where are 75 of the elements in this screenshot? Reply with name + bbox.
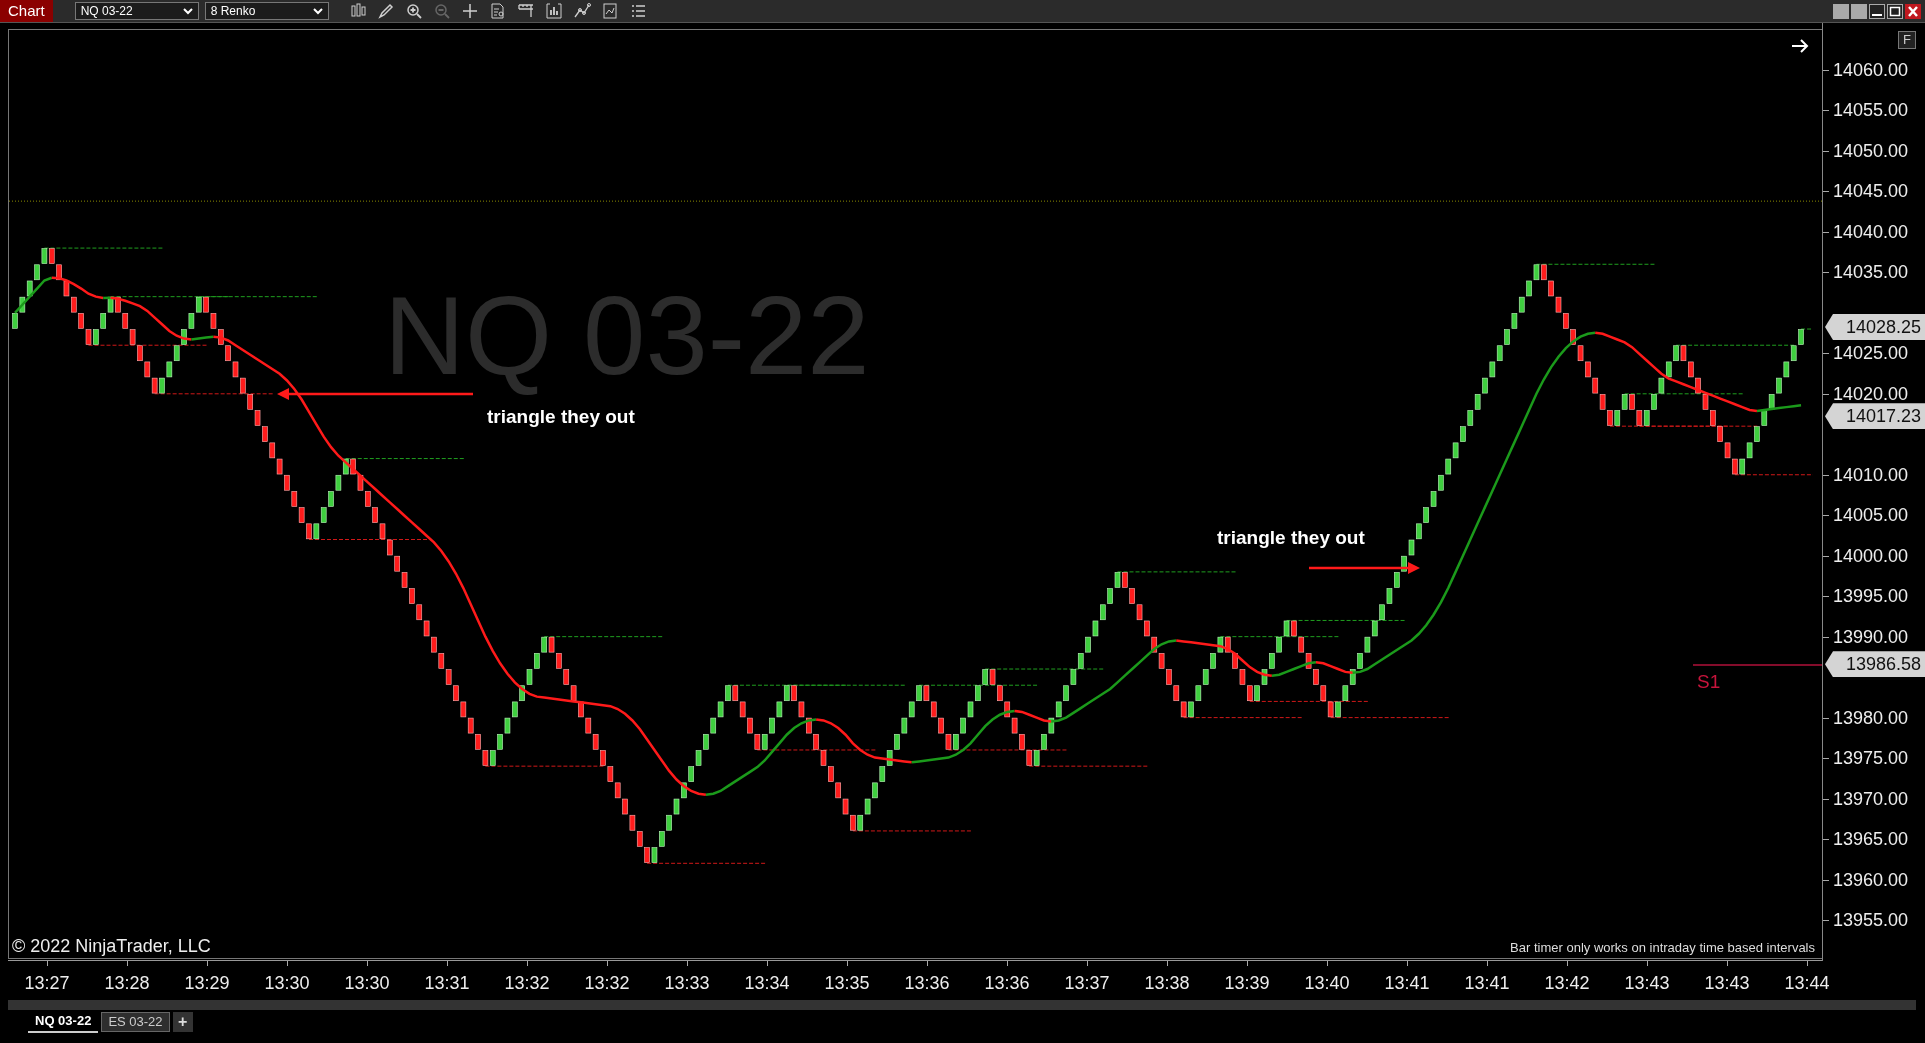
pivot-label: S1: [1697, 670, 1721, 694]
time-label: 13:29: [183, 972, 231, 995]
price-label: 13965.00: [1833, 830, 1909, 848]
instrument-dropdown[interactable]: NQ 03-22: [74, 2, 199, 20]
status-message: Bar timer only works on intraday time based intervals: [1510, 939, 1815, 957]
time-label: 13:34: [743, 972, 791, 995]
time-label: 13:39: [1223, 972, 1271, 995]
annotation-text: triangle they out: [1217, 526, 1365, 550]
maximize-icon[interactable]: [1887, 3, 1903, 19]
price-label: 14060.00: [1833, 61, 1909, 79]
time-label: 13:28: [103, 972, 151, 995]
time-label: 13:43: [1703, 972, 1751, 995]
crosshair-icon[interactable]: [460, 2, 479, 20]
price-label: 13980.00: [1833, 708, 1909, 727]
price-label: 13970.00: [1833, 789, 1909, 808]
window-tile-icon[interactable]: [1833, 3, 1849, 19]
window-tile-icon[interactable]: [1851, 3, 1867, 19]
caret-icon[interactable]: [312, 7, 323, 15]
price-label: 13960.00: [1833, 870, 1909, 889]
time-label: 13:38: [1143, 972, 1191, 995]
time-label: 13:31: [423, 972, 471, 995]
time-label: 13:42: [1543, 972, 1591, 995]
chart-icon[interactable]: [544, 2, 563, 20]
window-title: Chart: [0, 0, 53, 22]
time-label: 13:41: [1383, 972, 1431, 995]
price-marker: 14017.23: [1825, 403, 1925, 430]
arrow-icon[interactable]: [1791, 39, 1809, 53]
time-label: 13:40: [1303, 972, 1351, 995]
price-label: 14000.00: [1833, 546, 1909, 565]
price-label: 14045.00: [1833, 182, 1909, 201]
price-label: 13990.00: [1833, 627, 1909, 646]
chart-tab[interactable]: ES 03-22: [101, 1012, 170, 1032]
price-label: 13955.00: [1833, 910, 1909, 929]
line-nodes-icon[interactable]: [572, 2, 591, 20]
time-label: 13:37: [1063, 972, 1111, 995]
bar-chart-icon[interactable]: [348, 2, 367, 20]
price-label: 14025.00: [1833, 344, 1909, 363]
time-label: 13:36: [903, 972, 951, 995]
price-label: 13975.00: [1833, 749, 1909, 768]
chart-tab[interactable]: NQ 03-22: [28, 1011, 99, 1033]
price-label: 14035.00: [1833, 263, 1909, 282]
pencil-icon[interactable]: [376, 2, 395, 20]
price-label: 14005.00: [1833, 506, 1909, 525]
price-label: 14020.00: [1833, 384, 1909, 403]
time-label: 13:32: [503, 972, 551, 995]
time-label: 13:44: [1783, 972, 1831, 995]
price-marker: 13986.58: [1825, 651, 1925, 678]
data-box-icon[interactable]: [488, 2, 507, 20]
price-label: 13995.00: [1833, 587, 1909, 606]
ruler-icon[interactable]: [516, 2, 535, 20]
time-label: 13:36: [983, 972, 1031, 995]
bar-type-dropdown[interactable]: 8 Renko: [204, 2, 329, 20]
add-tab-button[interactable]: +: [172, 1012, 193, 1032]
price-label: 14010.00: [1833, 465, 1909, 484]
annotation-text: triangle they out: [487, 405, 635, 429]
horizontal-scrollbar[interactable]: [8, 1000, 1916, 1010]
time-label: 13:30: [343, 972, 391, 995]
time-label: 13:30: [263, 972, 311, 995]
properties-icon[interactable]: [600, 2, 619, 20]
time-label: 13:43: [1623, 972, 1671, 995]
close-icon[interactable]: [1905, 3, 1921, 19]
time-label: 13:33: [663, 972, 711, 995]
minimize-icon[interactable]: [1869, 3, 1885, 19]
time-label: 13:35: [823, 972, 871, 995]
price-label: 14055.00: [1833, 101, 1909, 120]
caret-icon[interactable]: [182, 7, 193, 15]
zoom-in-icon[interactable]: [404, 2, 423, 20]
time-label: 13:27: [23, 972, 71, 995]
f-button[interactable]: F: [1898, 31, 1916, 49]
time-label: 13:32: [583, 972, 631, 995]
copyright-text: © 2022 NinjaTrader, LLC: [12, 935, 211, 958]
time-label: 13:41: [1463, 972, 1511, 995]
price-marker: 14028.25: [1825, 314, 1925, 340]
price-label: 14040.00: [1833, 222, 1909, 241]
price-label: 14050.00: [1833, 141, 1909, 160]
